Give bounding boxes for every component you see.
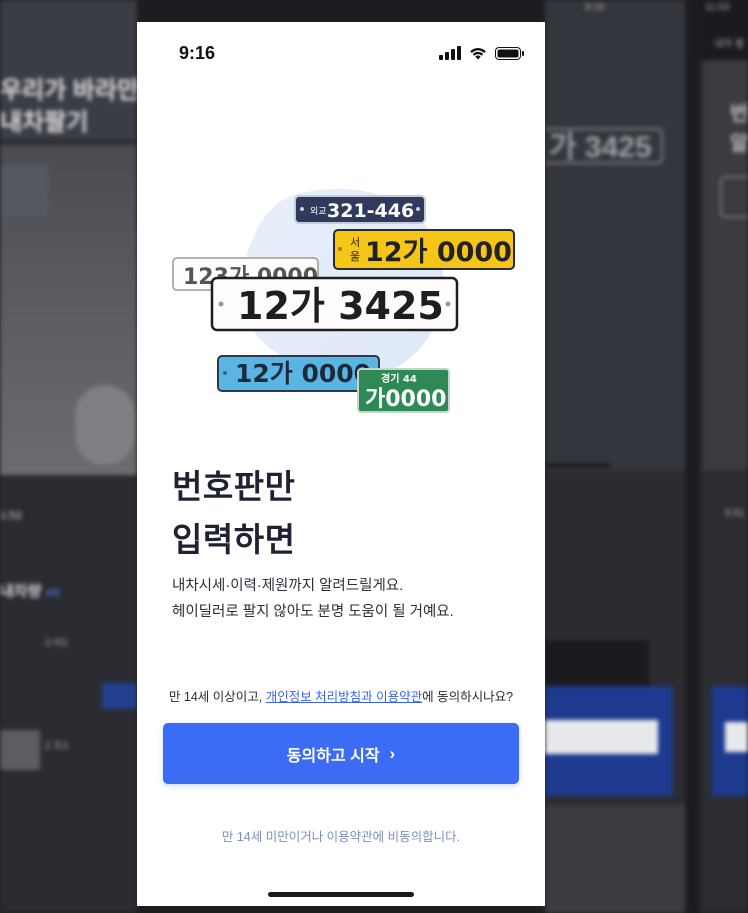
bg-list-item-2: 2 조3	[45, 741, 69, 752]
headline-line-2: 입력하면	[172, 521, 296, 558]
bg-list-title: 내차량 2대	[0, 583, 59, 600]
bg-r1-time: 9:16	[585, 2, 605, 13]
consent-prefix: 만 14세 이상이고,	[168, 690, 266, 704]
bg-list-item-1: 3 버2	[45, 638, 69, 649]
plate-green-number: 가0000	[365, 387, 446, 412]
bg-r1-input	[545, 720, 658, 754]
headline: 번호판만 입력하면	[172, 460, 295, 566]
bg-r2-time: 11:53	[705, 2, 730, 13]
chevron-right-icon: ›	[389, 743, 396, 763]
bg-r1-keyboard	[545, 805, 685, 913]
bg-time: 1:53	[0, 510, 22, 522]
status-time: 9:16	[179, 43, 216, 63]
description-line-1: 내차시세·이력·제원까지 알려드릴게요.	[172, 578, 404, 594]
home-indicator[interactable]	[268, 892, 414, 897]
license-plates-illustration: 외교 321-446 서 울 12가 0000 123가 0000 12가 34…	[172, 188, 515, 413]
plate-yellow-number: 12가 0000	[365, 237, 512, 268]
plate-blue-number: 12가 0000	[235, 359, 371, 388]
bg-car-thumb	[0, 730, 40, 770]
privacy-terms-link[interactable]: 개인정보 처리방침과 이용약관	[266, 690, 422, 704]
bg-r2-input	[725, 722, 748, 752]
bg-r2-time-2: 5:51	[725, 508, 745, 519]
bg-r2-title-1: 번	[730, 103, 748, 125]
plate-main-number: 12가 3425	[237, 284, 444, 328]
bg-r1-tooltip	[545, 640, 649, 686]
description-line-2: 헤이딜러로 팔지 않아도 분명 도움이 될 거예요.	[172, 604, 454, 620]
plate-yellow-region-2: 울	[350, 250, 360, 263]
agree-start-label: 동의하고 시작	[286, 747, 380, 765]
bg-r1-indicator	[545, 464, 610, 467]
plate-yellow: 서 울 12가 0000	[333, 229, 515, 270]
background-screen-right-2: 11:53 내차 팔 번 알 5:51	[700, 0, 748, 913]
plate-navy: 외교 321-446	[294, 195, 426, 224]
bg-face	[75, 385, 135, 465]
status-icons	[439, 46, 525, 60]
background-screen-left: 우리가 바라만 내차팔기 1:53 내차량 2대 3 버2 2 조3	[0, 0, 137, 913]
plate-blue: 12가 0000	[217, 355, 380, 392]
plate-main: 12가 3425	[210, 276, 459, 332]
decline-link[interactable]: 만 14세 미만이거나 이용약관에 비동의합니다.	[137, 826, 545, 845]
signal-icon	[439, 46, 461, 60]
bg-r2-tab: 내차 팔	[714, 39, 745, 50]
agree-start-button[interactable]: 동의하고 시작 ›	[163, 723, 519, 784]
bg-headline-2: 내차팔기	[0, 109, 89, 136]
description: 내차시세·이력·제원까지 알려드릴게요. 헤이딜러로 팔지 않아도 분명 도움이…	[172, 573, 454, 625]
background-screen-right-1: 9:16 가 3425	[545, 0, 685, 913]
plate-yellow-region-1: 서	[350, 236, 360, 249]
bg-button	[102, 683, 137, 709]
bg-headline-1: 우리가 바라만	[0, 77, 137, 104]
bg-r1-plate: 가 3425	[545, 128, 663, 164]
consent-text: 만 14세 이상이고, 개인정보 처리방침과 이용약관에 동의하시나요?	[137, 686, 545, 705]
plate-green: 경기 44 가0000	[357, 368, 450, 413]
consent-suffix: 에 동의하시나요?	[422, 690, 514, 704]
bg-r2-title-2: 알	[730, 133, 748, 155]
plate-navy-number: 321-446	[327, 200, 414, 222]
phone-screen: 9:16 외교 321-446 서 울 12가 0000 12가 3425 12…	[137, 22, 545, 906]
bg-r1-top	[545, 0, 685, 470]
bg-card	[0, 165, 48, 217]
headline-line-1: 번호판만	[172, 468, 296, 505]
plate-navy-region: 외교	[310, 205, 327, 217]
plate-green-top: 경기 44	[381, 372, 417, 385]
battery-icon	[495, 47, 524, 60]
bg-r2-box	[720, 176, 748, 218]
wifi-icon	[470, 48, 486, 60]
